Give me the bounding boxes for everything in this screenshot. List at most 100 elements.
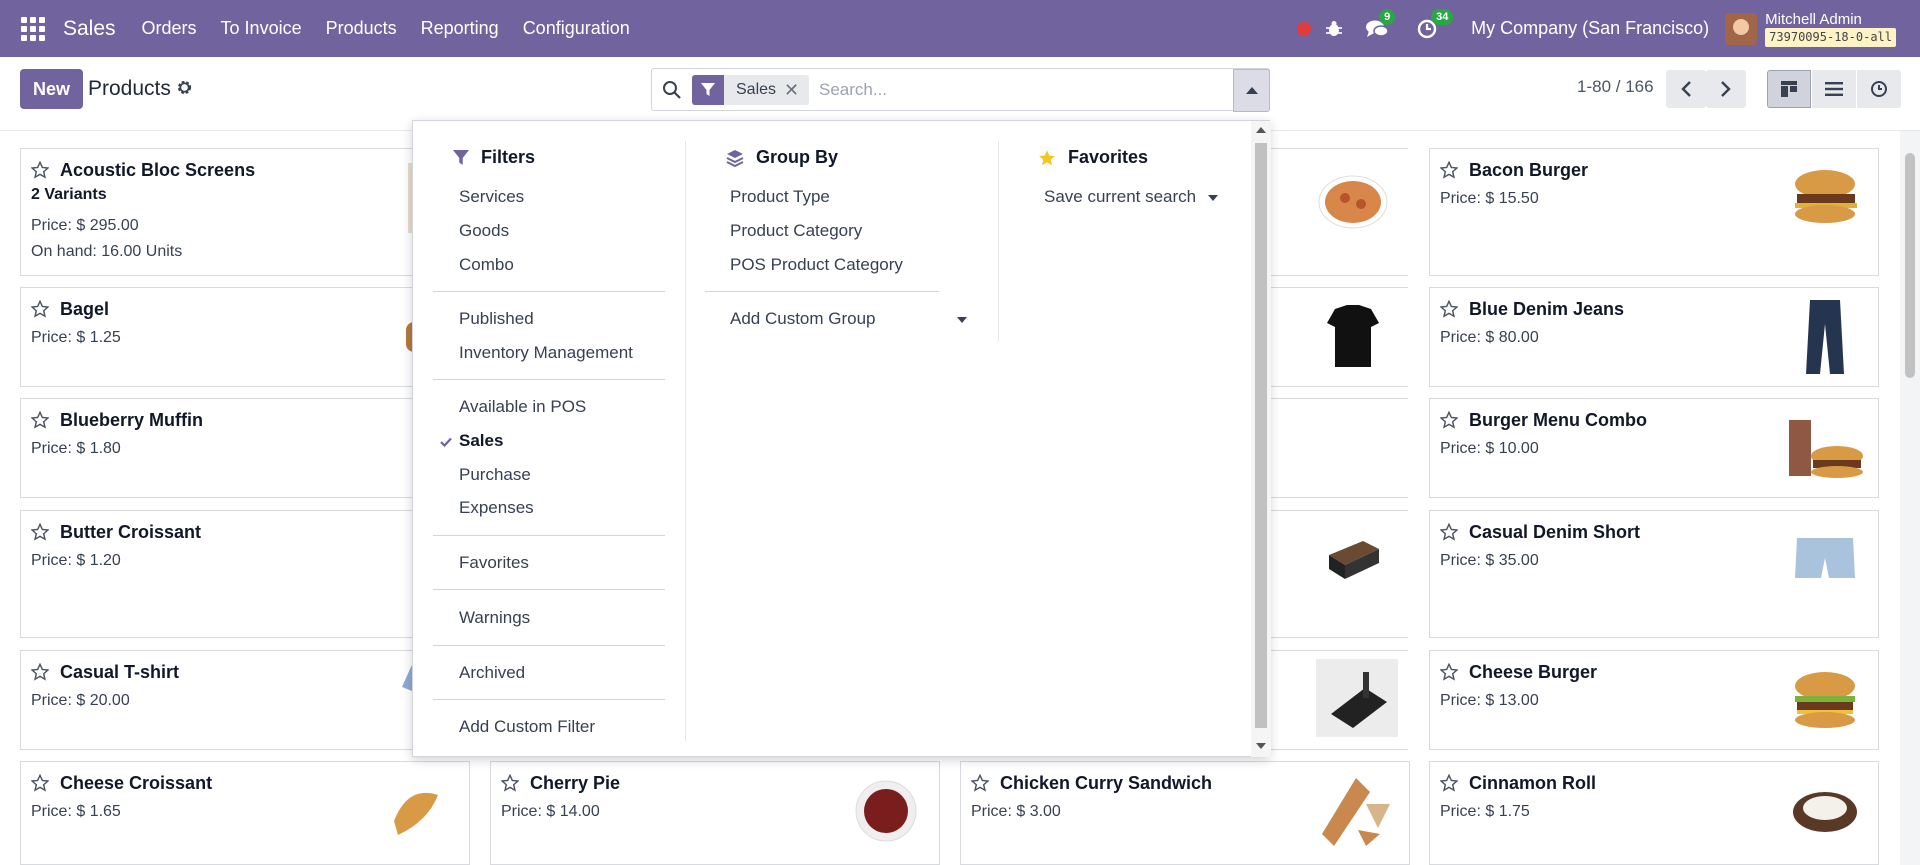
- star-icon[interactable]: [1439, 662, 1459, 686]
- star-icon[interactable]: [1439, 773, 1459, 797]
- product-card[interactable]: Blue Denim Jeans Price: $ 80.00: [1429, 287, 1879, 387]
- star-icon[interactable]: [1439, 410, 1459, 434]
- apps-menu-icon[interactable]: [21, 16, 45, 41]
- product-image: [1784, 409, 1866, 487]
- product-card-partial[interactable]: [1268, 650, 1408, 750]
- filter-funnel-icon: [692, 75, 724, 105]
- database-tag: 73970095-18-0-all: [1765, 27, 1896, 47]
- filter-expenses[interactable]: Expenses: [459, 498, 534, 518]
- filter-goods[interactable]: Goods: [459, 221, 509, 241]
- user-avatar[interactable]: [1725, 12, 1758, 45]
- search-bar[interactable]: Sales ✕: [651, 68, 1270, 111]
- activities-clock-icon[interactable]: 34: [1417, 8, 1454, 39]
- product-card[interactable]: Bagel Price: $ 1.25: [20, 287, 470, 387]
- search-icon[interactable]: [662, 80, 682, 105]
- product-price: Price: $ 10.00: [1440, 440, 1539, 457]
- menu-reporting[interactable]: Reporting: [421, 18, 499, 39]
- app-brand[interactable]: Sales: [63, 17, 116, 41]
- product-name: Butter Croissant: [60, 522, 202, 542]
- kanban-view-button[interactable]: [1767, 70, 1811, 108]
- page-scrollbar[interactable]: [1900, 131, 1920, 865]
- activities-badge: 34: [1431, 8, 1454, 25]
- user-menu[interactable]: Mitchell Admin 73970095-18-0-all: [1765, 11, 1896, 47]
- product-name: Acoustic Bloc Screens: [60, 160, 256, 180]
- filter-warnings[interactable]: Warnings: [459, 608, 530, 628]
- product-card[interactable]: Acoustic Bloc Screens 2 Variants Price: …: [20, 148, 470, 276]
- star-icon[interactable]: [1439, 160, 1459, 184]
- product-card[interactable]: Casual T-shirt Price: $ 20.00: [20, 650, 470, 750]
- menu-to-invoice[interactable]: To Invoice: [221, 18, 302, 39]
- activity-view-button[interactable]: [1857, 70, 1901, 108]
- dropdown-scrollbar[interactable]: [1251, 121, 1271, 757]
- facet-remove-icon[interactable]: ✕: [784, 80, 809, 101]
- add-custom-group-select[interactable]: Add Custom Group: [730, 309, 876, 329]
- filter-sales[interactable]: Sales: [459, 431, 503, 451]
- star-icon[interactable]: [970, 773, 990, 797]
- product-price: Price: $ 1.20: [31, 552, 121, 569]
- save-current-search[interactable]: Save current search: [1044, 187, 1196, 207]
- product-onhand: On hand: 16.00 Units: [31, 243, 183, 260]
- menu-configuration[interactable]: Configuration: [523, 18, 630, 39]
- gear-icon[interactable]: [176, 79, 193, 101]
- star-icon[interactable]: [500, 773, 520, 797]
- star-icon[interactable]: [30, 410, 50, 434]
- star-icon[interactable]: [30, 773, 50, 797]
- product-card[interactable]: Bacon Burger Price: $ 15.50: [1429, 148, 1879, 276]
- product-card-partial[interactable]: [1268, 510, 1408, 638]
- product-card[interactable]: Chicken Curry Sandwich Price: $ 3.00: [960, 761, 1410, 865]
- filter-inventory-management[interactable]: Inventory Management: [459, 343, 633, 363]
- kanban-icon: [1781, 81, 1797, 97]
- menu-products[interactable]: Products: [326, 18, 397, 39]
- filter-published[interactable]: Published: [459, 309, 534, 329]
- product-card[interactable]: Cheese Burger Price: $ 13.00: [1429, 650, 1879, 750]
- product-card[interactable]: Blueberry Muffin Price: $ 1.80: [20, 398, 470, 498]
- filter-combo[interactable]: Combo: [459, 255, 514, 275]
- product-card-partial[interactable]: [1268, 148, 1408, 276]
- product-card[interactable]: Cinnamon Roll Price: $ 1.75: [1429, 761, 1879, 865]
- groupby-product-category[interactable]: Product Category: [730, 221, 862, 241]
- search-facet-sales[interactable]: Sales ✕: [692, 75, 810, 105]
- filter-archived[interactable]: Archived: [459, 663, 525, 683]
- page-title: Products: [88, 77, 171, 100]
- star-icon[interactable]: [30, 299, 50, 323]
- star-icon[interactable]: [30, 160, 50, 184]
- column-divider: [685, 141, 686, 741]
- add-custom-filter[interactable]: Add Custom Filter: [459, 717, 595, 737]
- product-card-partial[interactable]: [1268, 398, 1408, 498]
- groupby-product-type[interactable]: Product Type: [730, 187, 830, 207]
- messages-icon[interactable]: 9: [1365, 8, 1396, 39]
- user-name: Mitchell Admin: [1765, 10, 1862, 28]
- star-icon[interactable]: [1439, 522, 1459, 546]
- groupby-pos-product-category[interactable]: POS Product Category: [730, 255, 903, 275]
- star-icon[interactable]: [30, 662, 50, 686]
- recording-indicator-icon[interactable]: [1297, 21, 1312, 36]
- search-input[interactable]: [819, 77, 1219, 103]
- star-icon[interactable]: [30, 522, 50, 546]
- star-icon[interactable]: [1439, 299, 1459, 323]
- product-card[interactable]: Cherry Pie Price: $ 14.00: [490, 761, 940, 865]
- debug-bug-icon[interactable]: [1325, 20, 1343, 38]
- pager-next-button[interactable]: [1706, 70, 1746, 108]
- product-card[interactable]: Cheese Croissant Price: $ 1.65: [20, 761, 470, 865]
- product-price: Price: $ 295.00: [31, 217, 139, 234]
- pager-previous-button[interactable]: [1666, 70, 1706, 108]
- company-switcher[interactable]: My Company (San Francisco): [1471, 18, 1709, 39]
- search-options-toggle[interactable]: [1233, 69, 1270, 112]
- product-price: Price: $ 80.00: [1440, 329, 1539, 346]
- product-card[interactable]: Butter Croissant Price: $ 1.20: [20, 510, 470, 638]
- filter-available-in-pos[interactable]: Available in POS: [459, 397, 586, 417]
- filter-services[interactable]: Services: [459, 187, 524, 207]
- filter-favorites[interactable]: Favorites: [459, 553, 529, 573]
- menu-orders[interactable]: Orders: [142, 18, 197, 39]
- list-view-button[interactable]: [1812, 70, 1856, 108]
- product-card[interactable]: Casual Denim Short Price: $ 35.00: [1429, 510, 1879, 638]
- product-image: [1784, 159, 1866, 237]
- product-price: Price: $ 20.00: [31, 692, 130, 709]
- product-card-partial[interactable]: [1268, 287, 1408, 387]
- product-card[interactable]: Burger Menu Combo Price: $ 10.00: [1429, 398, 1879, 498]
- new-button[interactable]: New: [20, 69, 83, 109]
- messages-badge: 9: [1379, 8, 1396, 25]
- product-image: [1784, 661, 1866, 739]
- filter-purchase[interactable]: Purchase: [459, 465, 531, 485]
- pager-value[interactable]: 1-80 / 166: [1577, 77, 1654, 97]
